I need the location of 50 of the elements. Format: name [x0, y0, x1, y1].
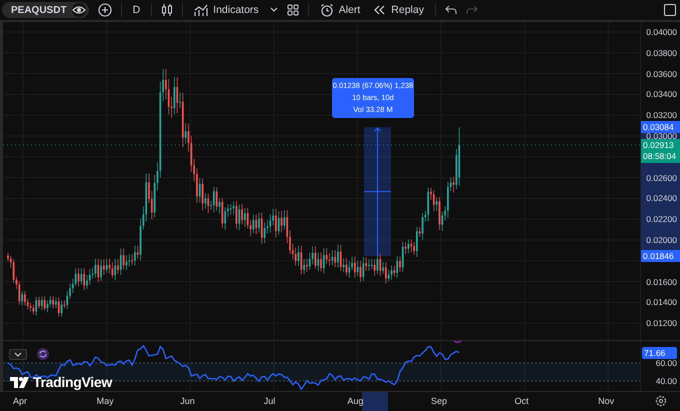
price-label: 0.03800 — [646, 46, 677, 59]
price-label: 0.03000 — [646, 130, 677, 142]
rsi-level-label: 60.00 — [656, 357, 677, 369]
settings-icon[interactable] — [655, 395, 667, 407]
month-label: Jul — [264, 395, 276, 408]
price-label: 0.03400 — [646, 88, 677, 100]
price-text: 0.03084 — [643, 121, 675, 133]
layout-grid-icon[interactable] — [286, 4, 299, 16]
rewind-icon — [373, 5, 386, 15]
candles-icon[interactable] — [161, 3, 174, 17]
price-text: 0.02913 — [643, 140, 675, 152]
month-label: Jun — [180, 395, 195, 408]
undo-icon[interactable] — [444, 5, 457, 15]
price-label: 0.01200 — [646, 317, 677, 330]
replay-button[interactable]: Replay — [371, 1, 426, 19]
price-label: 0.02000 — [646, 234, 677, 246]
fullscreen-icon[interactable] — [664, 4, 676, 16]
eye-icon[interactable] — [72, 3, 86, 17]
price-label: 0.03200 — [646, 109, 677, 122]
caret-icon[interactable] — [270, 7, 278, 13]
logo-text: TradingView — [33, 374, 112, 390]
interval-button[interactable]: D — [130, 1, 142, 19]
month-label: Aug — [347, 395, 364, 408]
price-text: 0.01846 — [643, 250, 675, 262]
add-icon[interactable] — [98, 3, 112, 17]
price-label: 0.04000 — [646, 26, 677, 38]
chart-icon — [194, 4, 208, 16]
alarm-clock-icon — [320, 3, 334, 17]
rsi-level-label: 40.00 — [656, 375, 677, 387]
month-label: Apr — [13, 395, 28, 408]
price-label: 0.03600 — [646, 68, 677, 80]
axis-range-highlight — [362, 392, 388, 411]
price-label: 0.01600 — [646, 276, 677, 288]
price-label: 0.02200 — [646, 213, 677, 226]
countdown-text: 08:58:04 — [643, 151, 678, 162]
price-label: 0.02600 — [646, 172, 677, 184]
collapse-button[interactable] — [9, 349, 27, 360]
symbol-selector[interactable]: PEAQUSDT — [2, 2, 89, 18]
refresh-icon[interactable] — [37, 348, 49, 360]
alert-button[interactable]: Alert — [318, 1, 362, 19]
month-label: Sep — [430, 395, 447, 408]
month-label: Nov — [598, 395, 614, 408]
price-label: 0.02400 — [646, 192, 677, 204]
chevron-down-icon — [14, 352, 22, 357]
logo-icon — [10, 376, 30, 388]
month-label: May — [96, 395, 114, 408]
indicators-button[interactable]: Indicators — [192, 1, 261, 19]
month-label: Oct — [514, 395, 529, 408]
rsi-value: 71.66 — [642, 346, 677, 358]
price-label: 0.01400 — [646, 296, 677, 308]
